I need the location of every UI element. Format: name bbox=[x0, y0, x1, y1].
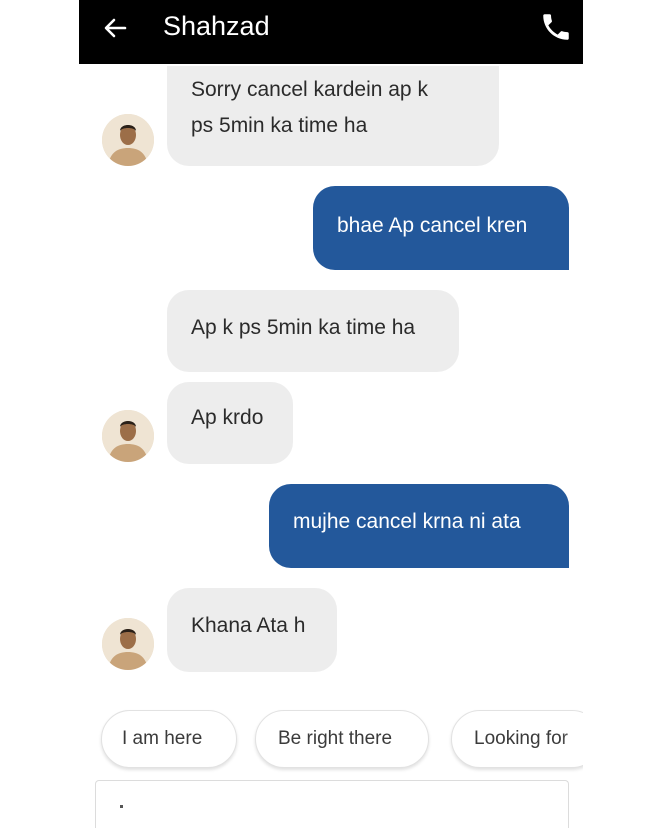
message-line: bhae Ap cancel kren bbox=[337, 214, 528, 237]
arrow-left-icon[interactable] bbox=[101, 14, 129, 42]
quick-reply-label: I am here bbox=[122, 728, 203, 749]
message-line: mujhe cancel krna ni ata bbox=[293, 510, 521, 533]
contact-name: Shahzad bbox=[163, 11, 270, 41]
incoming-message: Ap krdo bbox=[167, 382, 293, 464]
quick-reply-label: Looking for bbox=[474, 728, 569, 749]
message-line: ps 5min ka time ha bbox=[191, 114, 368, 137]
avatar-image bbox=[102, 410, 154, 462]
message-line: Sorry cancel kardein ap k bbox=[191, 78, 428, 101]
chip-fade bbox=[560, 711, 583, 767]
avatar bbox=[102, 618, 154, 670]
avatar bbox=[102, 114, 154, 166]
incoming-message: Khana Ata h bbox=[167, 588, 337, 672]
incoming-message: Ap k ps 5min ka time ha bbox=[167, 290, 459, 372]
outgoing-message: mujhe cancel krna ni ata bbox=[269, 484, 569, 568]
message-input[interactable] bbox=[95, 780, 569, 828]
message-line: Khana Ata h bbox=[191, 614, 306, 637]
text-cursor bbox=[120, 805, 123, 808]
chat-screen: Shahzad Sorry cancel kardein ap k ps 5mi… bbox=[79, 0, 583, 828]
phone-icon[interactable] bbox=[539, 10, 573, 44]
message-line: Ap k ps 5min ka time ha bbox=[191, 316, 416, 339]
quick-reply-looking-for[interactable]: Looking for bbox=[451, 710, 583, 768]
incoming-message: Sorry cancel kardein ap k ps 5min ka tim… bbox=[167, 66, 499, 166]
quick-reply-be-right-there[interactable]: Be right there bbox=[255, 710, 429, 768]
message-line: Ap krdo bbox=[191, 406, 264, 429]
quick-reply-label: Be right there bbox=[278, 728, 393, 749]
chat-header: Shahzad bbox=[79, 0, 583, 64]
avatar-image bbox=[102, 618, 154, 670]
avatar bbox=[102, 410, 154, 462]
avatar-image bbox=[102, 114, 154, 166]
quick-reply-i-am-here[interactable]: I am here bbox=[101, 710, 237, 768]
outgoing-message: bhae Ap cancel kren bbox=[313, 186, 569, 270]
